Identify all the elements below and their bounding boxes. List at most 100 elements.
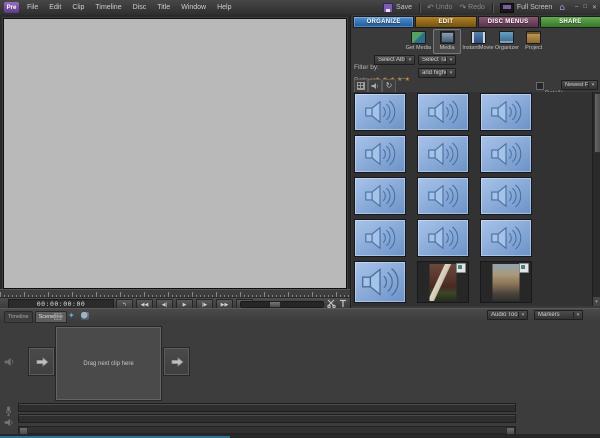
speaker-icon [422,181,464,211]
audio-clip-tile[interactable] [480,219,532,257]
workspace-tabs: ORGANIZEEDITDISC MENUSSHARE [353,16,600,28]
audio-clip-tile[interactable] [354,219,406,257]
menu-timeline[interactable]: Timeline [95,4,121,11]
speaker-icon [359,181,401,211]
task-instantmovie[interactable]: InstantMovie [462,29,493,54]
premiere-elements-window: Pre File Edit Clip Timeline Disc Title Window H… [0,0,600,438]
vertical-scrollbar[interactable]: ▾ [592,92,600,306]
audio-clip-tile[interactable] [354,261,406,303]
audio-clip-tile[interactable] [480,135,532,173]
thumbnail-view-button[interactable] [354,79,368,93]
task-get-media[interactable]: Get Media [405,29,432,54]
audio-clip-tile[interactable] [417,135,469,173]
menu-edit[interactable]: Edit [49,4,61,11]
shuttle-handle[interactable] [269,301,281,308]
menu-window[interactable]: Window [181,4,206,11]
photo-clip-tile[interactable] [480,261,532,303]
tag-dropdown[interactable]: Select Tag ▾ [418,55,456,65]
and-higher-dropdown[interactable]: and higher ▾ [418,68,456,78]
maximize-button[interactable]: □ [583,4,587,11]
window-controls: – □ ✕ [575,4,597,11]
organizer-icon [499,31,514,44]
close-button[interactable]: ✕ [592,4,597,11]
separator [419,3,420,13]
tab-share[interactable]: SHARE [540,16,600,28]
audio-view-button[interactable] [368,79,382,93]
transition-slot[interactable] [29,348,54,375]
speaker-icon [359,97,401,127]
photo-clip-tile[interactable] [417,261,469,303]
chevron-down-icon: ▾ [573,312,582,318]
sparkle-icon[interactable]: ✦ [68,312,75,320]
audio-clip-tile[interactable] [417,93,469,131]
markers-dropdown[interactable]: Markers ▾ [534,310,583,320]
split-clip-icon[interactable] [327,299,336,308]
horizontal-zoom-scrollbar[interactable] [18,426,516,434]
speaker-icon [359,139,401,169]
task-project[interactable]: Project [520,29,547,54]
tab-organize[interactable]: ORGANIZE [353,16,414,28]
sceneline-audio-icon [4,354,16,372]
audio-clip-tile[interactable] [480,177,532,215]
speaker-icon [485,223,527,253]
rotate-button[interactable]: ↻ [382,79,396,93]
task-label: Get Media [406,45,431,51]
soundtrack-speaker-icon [4,414,15,424]
narration-track[interactable] [18,403,516,412]
redo-button[interactable]: ↷ Redo [459,4,484,12]
grid-view-icon [357,82,365,90]
album-dropdown[interactable]: Select Album ▾ [374,55,415,65]
audio-clip-tile[interactable] [417,177,469,215]
scrollbar-thumb[interactable] [594,93,600,153]
drop-zone[interactable]: Drag next clip here [56,327,161,400]
audio-clip-tile[interactable] [354,135,406,173]
app-logo: Pre [4,2,19,13]
chevron-down-icon: ▾ [405,57,414,63]
menu-title[interactable]: Title [157,4,170,11]
menu-clip[interactable]: Clip [72,4,84,11]
speaker-icon [422,97,464,127]
audio-clip-tile[interactable] [417,219,469,257]
speaker-icon [355,262,405,302]
transition-slot[interactable] [164,348,189,375]
minimize-button[interactable]: – [575,4,578,11]
chevron-down-icon: ▾ [446,57,455,63]
menu-help[interactable]: Help [217,4,231,11]
shuttle-slider[interactable] [240,301,324,308]
home-icon[interactable]: ⌂ [559,3,565,13]
grid-icon[interactable] [54,313,62,320]
save-button[interactable]: Save [383,3,412,13]
scroll-down-button[interactable]: ▾ [593,296,600,306]
add-text-icon[interactable] [339,299,347,308]
timeline-panel: TimelineSceneline ✦ Audio Tools ▾ Marker… [0,308,600,438]
menu-file[interactable]: File [27,4,38,11]
speaker-icon [371,82,380,90]
media-type-badge-icon [456,263,466,273]
task-label: InstantMovie [462,45,493,51]
task-bar: Get MediaMediaInstantMovieOrganizer Proje… [405,29,547,54]
chevron-down-icon: ▾ [446,70,455,76]
sceneline: Drag next clip here [0,323,600,401]
audio-tools-dropdown[interactable]: Audio Tools ▾ [487,310,528,320]
soundtrack-track[interactable] [18,414,516,423]
task-media[interactable]: Media [433,29,462,54]
task-label: Project [525,45,542,51]
undo-button[interactable]: ↶ Undo [427,4,452,12]
menu-disc[interactable]: Disc [133,4,147,11]
task-organizer[interactable]: Organizer [494,29,521,54]
details-checkbox[interactable] [536,82,544,90]
tab-disc-menus[interactable]: DISC MENUS [478,16,539,28]
audio-clip-tile[interactable] [354,93,406,131]
save-icon [383,3,393,13]
tab-timeline[interactable]: Timeline [4,311,33,323]
tab-edit[interactable]: EDIT [415,16,476,28]
instantmovie-icon [471,31,486,44]
sort-dropdown[interactable]: Newest First ▾ [561,80,598,90]
audio-clip-tile[interactable] [480,93,532,131]
speaker-icon [485,97,527,127]
hand-icon[interactable] [81,312,89,320]
arrow-right-icon [34,356,50,368]
fullscreen-button[interactable]: Full Screen [500,3,552,13]
audio-clip-tile[interactable] [354,177,406,215]
speaker-icon [422,139,464,169]
